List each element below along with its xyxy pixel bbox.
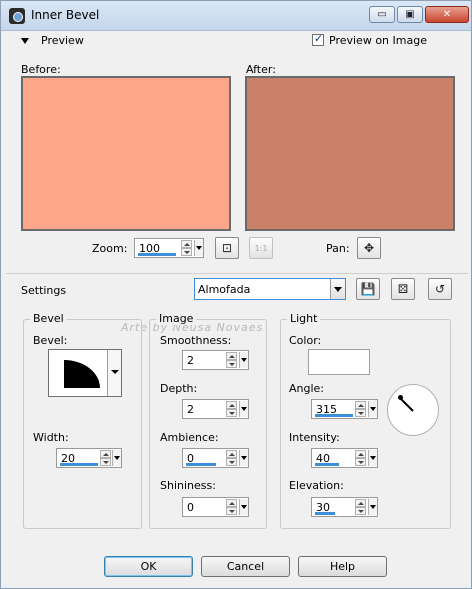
angle-label: Angle: (289, 382, 325, 395)
save-preset-button[interactable]: 💾 (356, 278, 380, 300)
after-label: After: (246, 63, 276, 76)
preset-value[interactable]: Almofada (198, 283, 250, 296)
pan-label: Pan: (326, 242, 350, 255)
shininess-arrows[interactable] (226, 499, 237, 515)
light-group-title: Light (287, 312, 321, 325)
width-spinner[interactable]: 20 (56, 448, 122, 468)
randomize-button[interactable]: ⚄ (391, 278, 415, 300)
elevation-slider[interactable] (315, 512, 335, 515)
smoothness-label: Smoothness: (160, 334, 232, 347)
preview-header: Preview Preview on Image (21, 32, 461, 50)
before-label: Before: (21, 63, 61, 76)
elevation-arrows[interactable] (355, 499, 366, 515)
width-dropdown-icon[interactable] (112, 450, 121, 466)
shininess-label: Shininess: (160, 479, 216, 492)
zoom-slider[interactable] (138, 253, 176, 256)
zoom-arrows[interactable] (181, 240, 192, 256)
zoom-label: Zoom: (92, 242, 128, 255)
elevation-label: Elevation: (289, 479, 344, 492)
depth-spinner[interactable]: 2 (182, 399, 249, 419)
preview-label[interactable]: Preview (41, 34, 84, 47)
window-title: Inner Bevel (31, 8, 100, 22)
smoothness-dropdown-icon[interactable] (239, 352, 248, 368)
width-label: Width: (33, 431, 69, 444)
preview-on-image-checkbox[interactable] (312, 32, 324, 46)
close-button[interactable]: ✕ (425, 6, 469, 23)
shininess-value[interactable]: 0 (187, 501, 194, 514)
zoom-spinner[interactable]: 100 (134, 238, 204, 258)
inner-bevel-dialog: Inner Bevel ▭ ▣ ✕ Preview Preview on Ima… (0, 0, 472, 589)
title-bar[interactable]: Inner Bevel ▭ ▣ ✕ (1, 1, 471, 31)
smoothness-value[interactable]: 2 (187, 354, 194, 367)
preset-combo[interactable]: Almofada (194, 278, 346, 300)
image-group-title: Image (156, 312, 197, 325)
angle-dropdown-icon[interactable] (368, 401, 377, 417)
collapse-triangle-icon[interactable] (21, 38, 29, 44)
ambience-label: Ambience: (160, 431, 219, 444)
width-slider[interactable] (60, 463, 98, 466)
angle-spinner[interactable]: 315 (311, 399, 378, 419)
maximize-button[interactable]: ▣ (397, 6, 423, 23)
bevel-shape-picker[interactable] (48, 349, 122, 397)
ambience-spinner[interactable]: 0 (182, 448, 249, 468)
angle-slider[interactable] (315, 414, 353, 417)
elevation-dropdown-icon[interactable] (368, 499, 377, 515)
pan-button[interactable]: ✥ (357, 237, 381, 259)
bevel-shape-icon (64, 360, 100, 388)
depth-dropdown-icon[interactable] (239, 401, 248, 417)
bevel-group-title: Bevel (30, 312, 67, 325)
depth-value[interactable]: 2 (187, 403, 194, 416)
divider (6, 273, 468, 274)
ambience-arrows[interactable] (226, 450, 237, 466)
preview-on-image-label[interactable]: Preview on Image (329, 34, 427, 47)
intensity-spinner[interactable]: 40 (311, 448, 378, 468)
settings-label: Settings (21, 284, 67, 297)
intensity-arrows[interactable] (355, 450, 366, 466)
smoothness-spinner[interactable]: 2 (182, 350, 249, 370)
color-label: Color: (289, 334, 322, 347)
intensity-dropdown-icon[interactable] (368, 450, 377, 466)
cancel-button[interactable]: Cancel (201, 556, 290, 577)
intensity-slider[interactable] (315, 463, 339, 466)
bevel-dropdown-icon[interactable] (107, 350, 121, 396)
after-preview[interactable] (245, 76, 455, 231)
bevel-label: Bevel: (33, 334, 68, 347)
reset-button[interactable]: ↺ (428, 278, 452, 300)
app-icon (9, 8, 25, 24)
preset-dropdown-icon[interactable] (330, 279, 345, 299)
fit-zoom-button[interactable]: ⊡ (215, 237, 239, 259)
width-arrows[interactable] (100, 450, 111, 466)
actual-size-button[interactable]: 1:1 (249, 237, 273, 259)
depth-arrows[interactable] (226, 401, 237, 417)
depth-label: Depth: (160, 382, 198, 395)
help-button[interactable]: Help (298, 556, 387, 577)
elevation-spinner[interactable]: 30 (311, 497, 378, 517)
before-preview[interactable] (21, 76, 231, 231)
shininess-dropdown-icon[interactable] (239, 499, 248, 515)
angle-arrows[interactable] (355, 401, 366, 417)
intensity-label: Intensity: (289, 431, 340, 444)
light-color-swatch[interactable] (308, 349, 370, 375)
zoom-dropdown-icon[interactable] (194, 240, 203, 256)
ok-button[interactable]: OK (104, 556, 193, 577)
angle-dial-tip (398, 395, 403, 400)
ambience-slider[interactable] (186, 463, 216, 466)
angle-dial[interactable] (387, 384, 439, 436)
minimize-button[interactable]: ▭ (369, 6, 395, 23)
ambience-dropdown-icon[interactable] (239, 450, 248, 466)
shininess-spinner[interactable]: 0 (182, 497, 249, 517)
smoothness-arrows[interactable] (226, 352, 237, 368)
